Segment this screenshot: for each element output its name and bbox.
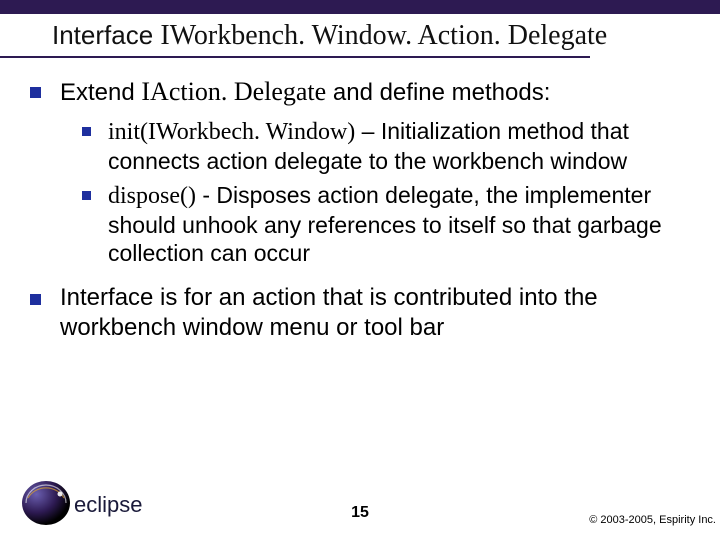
bullet-item: Extend IAction. Delegate and define meth… [26, 76, 702, 267]
page-number: 15 [351, 504, 369, 522]
sub-bullet-item: dispose() - Disposes action delegate, th… [82, 181, 702, 267]
top-bar [0, 0, 720, 14]
logo-text: eclipse [74, 492, 142, 517]
bullet-text-post: Interface is for an action that is contr… [60, 284, 598, 341]
bullet-item: Interface is for an action that is contr… [26, 283, 702, 343]
sub-bullet-code: init(IWorkbech. Window) [108, 119, 355, 145]
sub-bullet-code: dispose() [108, 183, 196, 209]
slide: Interface IWorkbench. Window. Action. De… [0, 0, 720, 540]
copyright-text: © 2003-2005, Espirity Inc. [589, 514, 716, 526]
bullet-text-pre: Extend [60, 79, 141, 106]
sub-bullet-item: init(IWorkbech. Window) – Initialization… [82, 117, 702, 175]
footer: eclipse 15 © 2003-2005, Espirity Inc. [0, 470, 720, 540]
title-area: Interface IWorkbench. Window. Action. De… [0, 14, 590, 58]
slide-title: Interface IWorkbench. Window. Action. De… [52, 20, 590, 52]
sub-bullet-list: init(IWorkbech. Window) – Initialization… [82, 117, 702, 268]
bullet-code: IAction. Delegate [141, 77, 326, 106]
eclipse-logo: eclipse [20, 480, 170, 526]
title-code: IWorkbench. Window. Action. Delegate [160, 20, 607, 51]
title-prefix: Interface [52, 20, 160, 50]
bullet-list: Extend IAction. Delegate and define meth… [26, 76, 702, 343]
bullet-text-post: and define methods: [326, 79, 550, 106]
content-area: Extend IAction. Delegate and define meth… [0, 58, 720, 343]
